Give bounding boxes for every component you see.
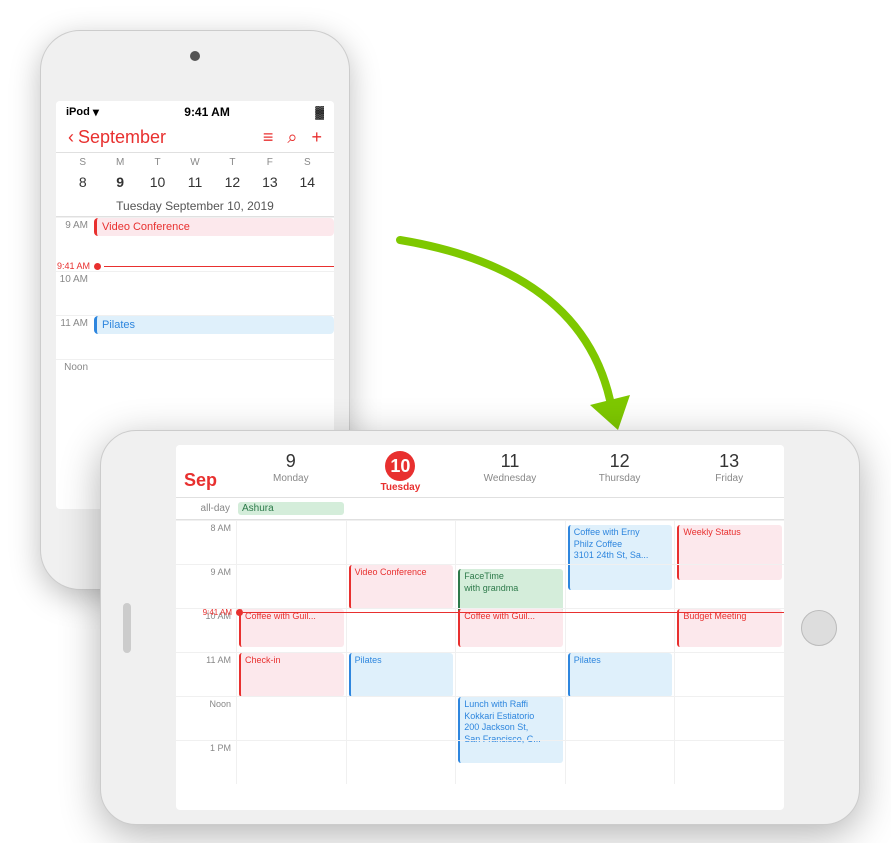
add-icon[interactable]: +	[311, 127, 322, 148]
cell-noon-tue	[346, 696, 456, 740]
calendar-columns-header: Sep 9 Monday 10 Tuesday 11 Wednesday	[176, 445, 784, 498]
cell-8am-wed	[455, 520, 565, 564]
ipod-horizontal: Sep 9 Monday 10 Tuesday 11 Wednesday	[100, 430, 860, 825]
carrier-label: iPod	[66, 106, 90, 118]
cell-1pm-wed	[455, 740, 565, 784]
selected-date: Tuesday September 10, 2019	[56, 196, 334, 217]
time-slot-9am: 9 AM Video Conference	[56, 217, 334, 261]
home-button-h[interactable]	[801, 610, 837, 646]
date-12[interactable]: 12	[214, 172, 251, 192]
calendar-header: ‹ September ≡ ⌕ +	[56, 123, 334, 153]
row-noon: Noon Lunch with RaffiKokkari Estiatorio2…	[176, 696, 784, 740]
cell-9am-mon	[236, 564, 346, 608]
event-checkin[interactable]: Check-in	[239, 653, 344, 697]
cell-11am-mon: Check-in	[236, 652, 346, 696]
weekday-mon: M	[101, 157, 138, 170]
cell-9am-thu	[565, 564, 675, 608]
cell-11am-tue: Pilates	[346, 652, 456, 696]
weekday-labels: S M T W T F S	[56, 153, 334, 172]
all-day-label: all-day	[176, 503, 236, 514]
weekday-thu: T	[214, 157, 251, 170]
event-video-conference[interactable]: Video Conference	[94, 218, 334, 236]
col-fri-13[interactable]: 13 Friday	[674, 451, 784, 493]
cell-9am-wed: FaceTimewith grandma	[455, 564, 565, 608]
cell-11am-fri	[674, 652, 784, 696]
row-1pm: 1 PM	[176, 740, 784, 784]
weekday-wed: W	[176, 157, 213, 170]
row-9am: 9 AM Video Conference FaceTimewith grand…	[176, 564, 784, 608]
row-8am: 8 AM Coffee with ErnyPhilz Coffee3101 24…	[176, 520, 784, 564]
cell-8am-fri: Weekly Status	[674, 520, 784, 564]
horizontal-calendar: Sep 9 Monday 10 Tuesday 11 Wednesday	[176, 445, 784, 810]
time-slot-11am: 11 AM Pilates	[56, 315, 334, 359]
col-tue-10-today[interactable]: 10 Tuesday	[346, 451, 456, 493]
cell-1pm-tue	[346, 740, 456, 784]
cell-noon-mon	[236, 696, 346, 740]
date-9[interactable]: 9	[101, 172, 138, 192]
cell-1pm-thu	[565, 740, 675, 784]
cell-11am-wed	[455, 652, 565, 696]
cell-8am-tue	[346, 520, 456, 564]
cell-8am-thu: Coffee with ErnyPhilz Coffee3101 24th St…	[565, 520, 675, 564]
cell-1pm-mon	[236, 740, 346, 784]
clock-label: 9:41 AM	[184, 105, 230, 119]
cell-9am-fri	[674, 564, 784, 608]
event-ashura[interactable]: Ashura	[238, 502, 344, 515]
current-time-h-indicator: 9:41 AM	[176, 608, 784, 617]
cell-noon-wed: Lunch with RaffiKokkari Estiatorio200 Ja…	[455, 696, 565, 740]
col-thu-12[interactable]: 12 Thursday	[565, 451, 675, 493]
wifi-icon: ▾	[93, 105, 99, 119]
back-chevron[interactable]: ‹	[68, 127, 74, 148]
all-day-row: all-day Ashura	[176, 498, 784, 520]
cell-9am-tue: Video Conference	[346, 564, 456, 608]
current-time-indicator: 9:41 AM	[56, 261, 334, 271]
month-label: September	[78, 127, 166, 148]
weekday-sat: S	[289, 157, 326, 170]
battery-icon: ▓	[315, 105, 324, 119]
weekday-sun: S	[64, 157, 101, 170]
row-11am: 11 AM Check-in Pilates Pilates	[176, 652, 784, 696]
arrow-graphic	[380, 230, 660, 450]
event-pilates-thu-h[interactable]: Pilates	[568, 653, 673, 697]
col-mon-9[interactable]: 9 Monday	[236, 451, 346, 493]
volume-button[interactable]	[123, 603, 131, 653]
cell-11am-thu: Pilates	[565, 652, 675, 696]
cell-noon-fri	[674, 696, 784, 740]
time-slot-noon: Noon	[56, 359, 334, 403]
date-10-today[interactable]: 10	[139, 172, 176, 192]
weekday-tue: T	[139, 157, 176, 170]
date-13[interactable]: 13	[251, 172, 288, 192]
date-11[interactable]: 11	[176, 172, 213, 192]
col-wed-11[interactable]: 11 Wednesday	[455, 451, 565, 493]
all-day-mon: Ashura	[236, 501, 346, 516]
date-row: 8 9 10 11 12 13 14	[56, 172, 334, 196]
schedule: 9 AM Video Conference 9:41 AM 10 AM 11 A…	[56, 217, 334, 403]
cell-noon-thu	[565, 696, 675, 740]
cell-1pm-fri	[674, 740, 784, 784]
time-grid: 8 AM Coffee with ErnyPhilz Coffee3101 24…	[176, 520, 784, 810]
list-icon[interactable]: ≡	[263, 127, 274, 148]
search-icon[interactable]: ⌕	[287, 127, 297, 148]
event-pilates[interactable]: Pilates	[94, 316, 334, 334]
sep-label: Sep	[176, 451, 236, 493]
event-pilates-tue-h[interactable]: Pilates	[349, 653, 454, 697]
status-bar: iPod ▾ 9:41 AM ▓	[56, 101, 334, 123]
front-camera	[190, 51, 200, 61]
cell-8am-mon	[236, 520, 346, 564]
date-14[interactable]: 14	[289, 172, 326, 192]
time-slot-10am: 10 AM	[56, 271, 334, 315]
event-video-conf-h[interactable]: Video Conference	[349, 565, 454, 609]
date-8[interactable]: 8	[64, 172, 101, 192]
horizontal-screen: Sep 9 Monday 10 Tuesday 11 Wednesday	[176, 445, 784, 810]
weekday-fri: F	[251, 157, 288, 170]
